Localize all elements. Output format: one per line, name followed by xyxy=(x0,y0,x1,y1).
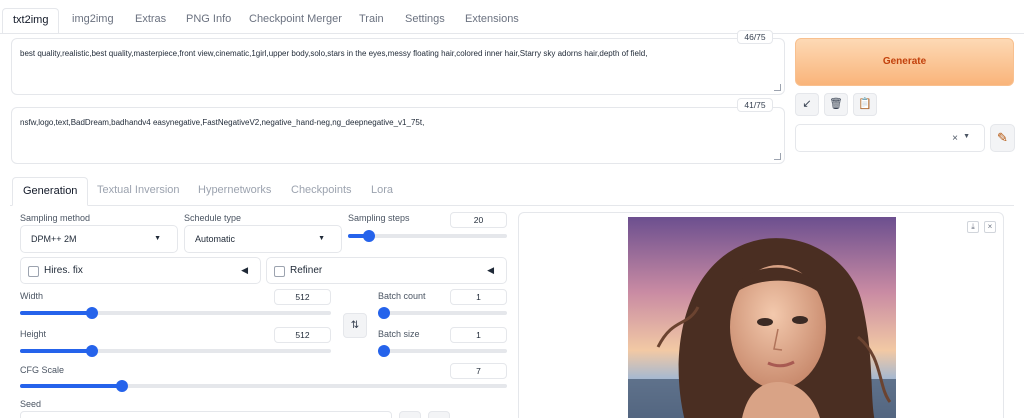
tab-lora[interactable]: Lora xyxy=(361,177,403,206)
tab-divider xyxy=(0,33,1024,34)
paste-arrow-icon[interactable]: ↙ xyxy=(795,93,819,116)
chevron-down-icon: ▼ xyxy=(963,133,970,140)
height-label: Height xyxy=(20,329,47,339)
pencil-edit-icon[interactable]: ✎ xyxy=(990,124,1015,152)
generated-image[interactable] xyxy=(628,217,896,418)
slider-fill xyxy=(20,349,92,353)
clipboard-icon[interactable]: 📋 xyxy=(853,93,877,116)
seed-label: Seed xyxy=(20,399,42,409)
tab-txt2img[interactable]: txt2img xyxy=(2,8,60,34)
cfg-scale-input[interactable]: 7 xyxy=(450,363,507,379)
generate-button[interactable]: Generate xyxy=(795,38,1014,86)
hires-fix-accordion[interactable]: Hires. fix ◀ xyxy=(20,257,261,284)
chevron-down-icon: ▼ xyxy=(154,235,161,242)
chevron-down-icon: ▼ xyxy=(318,235,325,242)
prompt-text: best quality,realistic,best quality,mast… xyxy=(20,49,648,58)
height-slider[interactable] xyxy=(20,345,331,357)
negative-prompt-token-counter: 41/75 xyxy=(737,98,773,112)
batch-count-label: Batch count xyxy=(378,291,426,301)
schedule-type-label: Schedule type xyxy=(184,213,242,223)
negative-prompt-textarea[interactable]: nsfw,logo,text,BadDream,badhandv4 easyne… xyxy=(11,107,785,164)
sampling-method-dropdown[interactable]: DPM++ 2M ▼ xyxy=(20,225,178,253)
tab-checkpoints[interactable]: Checkpoints xyxy=(281,177,362,206)
download-icon[interactable]: ⤓ xyxy=(967,221,979,233)
batch-count-input[interactable]: 1 xyxy=(450,289,507,305)
width-label: Width xyxy=(20,291,44,301)
schedule-type-dropdown[interactable]: Automatic ▼ xyxy=(184,225,342,253)
sampling-steps-label: Sampling steps xyxy=(348,213,410,223)
slider-thumb[interactable] xyxy=(85,307,98,319)
slider-fill xyxy=(20,311,92,315)
width-slider[interactable] xyxy=(20,307,331,319)
slider-thumb[interactable] xyxy=(362,230,375,242)
collapse-triangle-icon[interactable]: ◀ xyxy=(241,265,248,276)
prompt-textarea[interactable]: best quality,realistic,best quality,mast… xyxy=(11,38,785,95)
dice-icon[interactable] xyxy=(399,411,421,418)
recycle-icon[interactable] xyxy=(428,411,450,418)
refiner-accordion[interactable]: Refiner ◀ xyxy=(266,257,507,284)
batch-size-label: Batch size xyxy=(378,329,420,339)
swap-dimensions-icon[interactable]: ⇅ xyxy=(343,313,367,338)
schedule-type-value: Automatic xyxy=(195,234,236,244)
sampling-steps-input[interactable]: 20 xyxy=(450,212,507,228)
height-input[interactable]: 512 xyxy=(274,327,331,343)
trash-icon[interactable]: 🗑 xyxy=(824,93,848,116)
width-input[interactable]: 512 xyxy=(274,289,331,305)
resize-grip-icon[interactable] xyxy=(774,153,781,160)
tab-textual-inversion[interactable]: Textual Inversion xyxy=(87,177,190,206)
tab-generation[interactable]: Generation xyxy=(12,177,89,206)
slider-thumb[interactable] xyxy=(116,380,129,392)
prompt-token-counter: 46/75 xyxy=(737,30,773,44)
cfg-scale-label: CFG Scale xyxy=(20,365,65,375)
hires-fix-checkbox[interactable] xyxy=(28,266,39,277)
slider-fill xyxy=(20,384,123,388)
sampling-method-value: DPM++ 2M xyxy=(31,234,77,244)
tab-checkpoint-merger[interactable]: Checkpoint Merger xyxy=(239,8,352,34)
refiner-label: Refiner xyxy=(290,265,323,276)
batch-size-slider[interactable] xyxy=(378,345,507,357)
slider-thumb[interactable] xyxy=(378,307,390,319)
slider-thumb[interactable] xyxy=(378,345,390,357)
sampling-steps-slider[interactable] xyxy=(348,230,507,242)
tab-png-info[interactable]: PNG Info xyxy=(176,8,241,34)
cfg-scale-slider[interactable] xyxy=(20,380,507,392)
batch-count-slider[interactable] xyxy=(378,307,507,319)
close-icon[interactable]: × xyxy=(984,221,996,233)
tab-train[interactable]: Train xyxy=(349,8,394,34)
resize-grip-icon[interactable] xyxy=(774,84,781,91)
slider-thumb[interactable] xyxy=(85,345,98,357)
tab-extensions[interactable]: Extensions xyxy=(455,8,529,34)
hires-fix-label: Hires. fix xyxy=(44,265,83,276)
clear-icon[interactable]: × xyxy=(952,133,958,144)
collapse-triangle-icon[interactable]: ◀ xyxy=(487,265,494,276)
batch-size-input[interactable]: 1 xyxy=(450,327,507,343)
top-tab-bar: txt2img img2img Extras PNG Info Checkpoi… xyxy=(0,0,1024,34)
refiner-checkbox[interactable] xyxy=(274,266,285,277)
tab-extras[interactable]: Extras xyxy=(125,8,176,34)
tab-img2img[interactable]: img2img xyxy=(62,8,124,34)
negative-prompt-text: nsfw,logo,text,BadDream,badhandv4 easyne… xyxy=(20,118,425,127)
styles-dropdown[interactable]: × ▼ xyxy=(795,124,985,152)
tab-settings[interactable]: Settings xyxy=(395,8,455,34)
sampling-method-label: Sampling method xyxy=(20,213,91,223)
tab-hypernetworks[interactable]: Hypernetworks xyxy=(188,177,281,206)
seed-input[interactable] xyxy=(20,411,392,418)
